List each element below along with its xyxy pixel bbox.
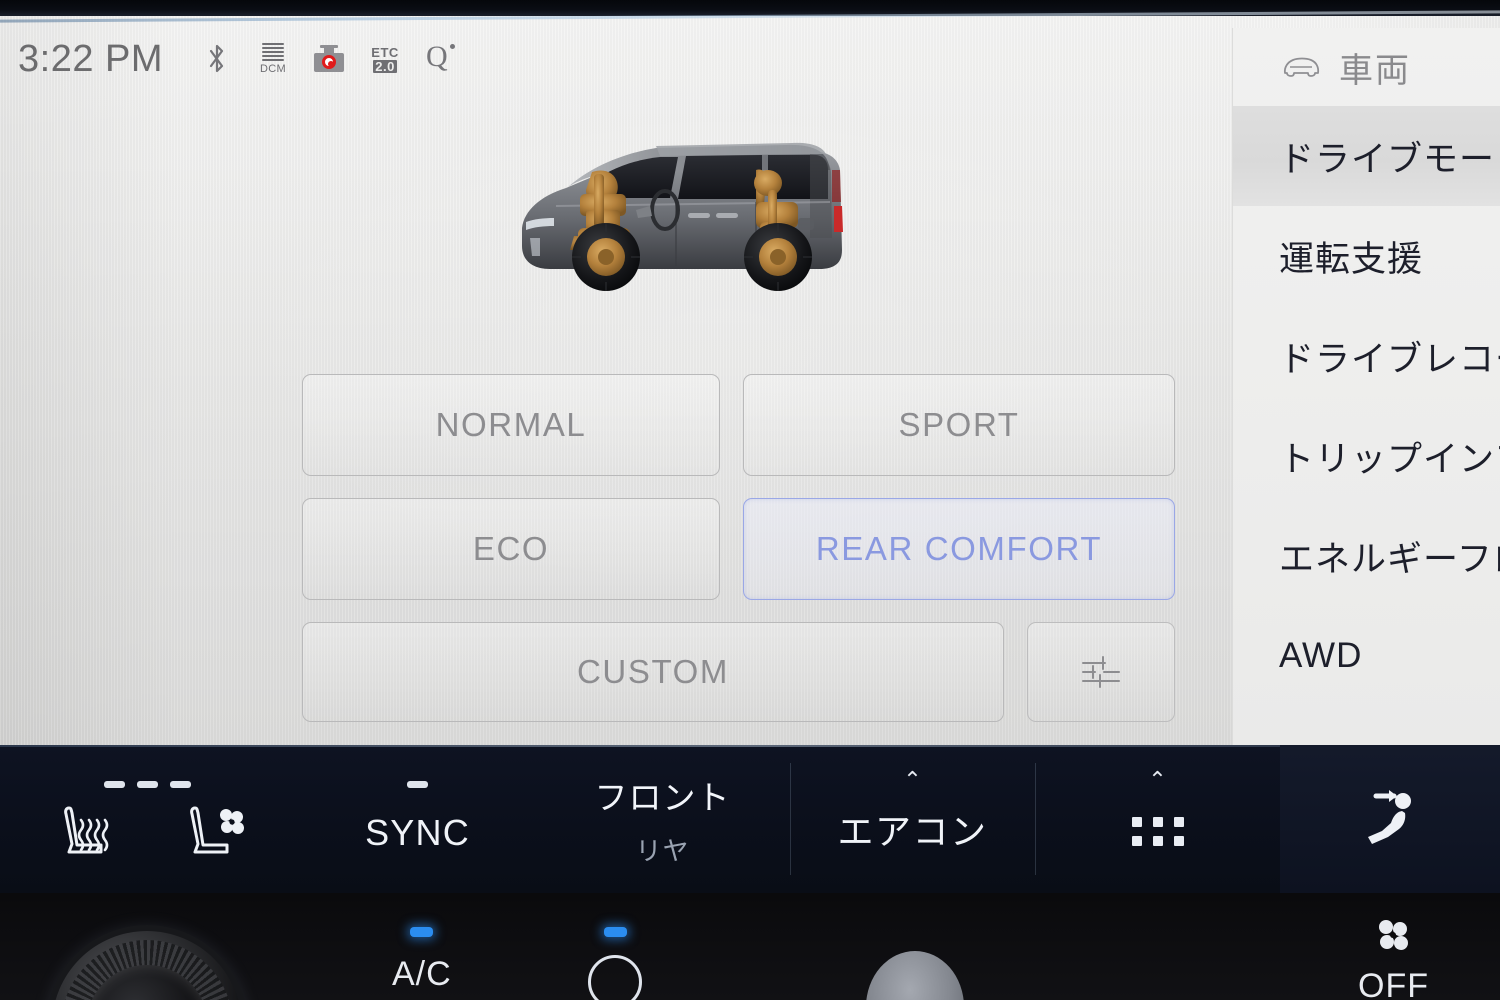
fan-off-button[interactable]: OFF [1358,915,1429,1000]
car-front-icon [1281,54,1321,80]
ac-led-indicator [410,927,434,937]
bluetooth-icon [189,36,245,82]
apps-grid-icon [1131,816,1184,846]
aircon-panel-button[interactable]: ⌃ エアコン [790,745,1035,893]
drive-mode-rear-comfort-button[interactable]: REAR COMFORT [743,498,1175,600]
qi-wireless-charging-icon: Q [413,36,469,82]
sidebar-item-label: 運転支援 [1279,239,1424,279]
sidebar-menu-list: ドライブモー 運転支援 ドライブレコー トリップインフォ エネルギーフロ AWD [1233,106,1500,706]
drive-mode-rear-comfort-label: REAR COMFORT [815,530,1103,567]
defroster-rear-label: リヤ [635,835,690,866]
sidebar-item-label: ドライブレコー [1279,339,1500,379]
etc-label-bottom: 2.0 [373,58,397,74]
sidebar-item-label: エネルギーフロ [1279,539,1500,579]
drive-mode-sport-button[interactable]: SPORT [743,374,1175,476]
seat-climate-group [0,745,300,893]
drive-mode-eco-button[interactable]: ECO [302,498,720,600]
chevron-up-icon: ⌃ [903,767,922,792]
drive-mode-normal-label: NORMAL [435,406,587,443]
recirculation-led-indicator [603,927,627,937]
sidebar-header: 車両 [1233,28,1500,106]
vehicle-settings-sidebar: 車両 ドライブモー 運転支援 ドライブレコー トリップインフォ エネルギーフロ [1232,28,1500,745]
defroster-front-label: フロント [594,778,731,816]
seat-heater-icon[interactable] [55,800,117,864]
volume-knob[interactable] [52,931,242,1000]
dcm-label: DCM [260,63,286,75]
sidebar-item-drive-mode[interactable]: ドライブモー [1233,106,1500,206]
sidebar-title: 車両 [1339,51,1411,90]
sliders-settings-icon [1078,654,1124,690]
physical-control-panel: A/C OFF [0,893,1500,1000]
sidebar-item-energy-flow[interactable]: エネルギーフロ [1233,506,1500,606]
sidebar-item-trip-info[interactable]: トリップインフォ [1233,406,1500,506]
sidebar-item-label: トリップインフォ [1279,439,1500,479]
head-unit-screen: 3:22 PM DCM ETC 2.0 Q NORMAL SPORT ECO R… [0,0,1500,1000]
drive-mode-button-grid: NORMAL SPORT ECO REAR COMFORT CUSTOM [302,374,1177,722]
recirculation-icon [588,955,642,1000]
sidebar-item-awd[interactable]: AWD [1233,606,1500,706]
sync-label: SYNC [365,812,470,853]
clock: 3:22 PM [18,37,164,80]
etc2-icon: ETC 2.0 [357,36,413,82]
fan-off-label: OFF [1358,967,1429,1000]
climate-control-bar: SYNC フロント リヤ ⌃ エアコン ⌃ [0,745,1500,893]
top-bezel [0,0,1500,16]
sync-button[interactable]: SYNC [300,745,535,893]
sidebar-item-label: AWD [1279,636,1363,675]
sync-level-indicator [407,781,428,788]
defroster-button[interactable]: フロント リヤ [535,745,790,893]
sidebar-item-label: ドライブモー [1279,139,1496,179]
drive-mode-settings-button[interactable] [1027,622,1175,722]
dashcam-icon [301,36,357,82]
vehicle-illustration [510,110,930,325]
status-bar: 3:22 PM DCM ETC 2.0 Q [0,26,1215,92]
sidebar-item-driving-assist[interactable]: 運転支援 [1233,206,1500,306]
drive-mode-custom-label: CUSTOM [577,653,729,690]
seat-position-button[interactable] [1280,745,1500,893]
ac-button-label: A/C [392,955,452,993]
apps-drawer-button[interactable]: ⌃ [1035,745,1280,893]
etc-label-top: ETC [371,44,399,60]
fan-icon [1373,915,1413,955]
chevron-up-icon: ⌃ [1148,767,1167,792]
ac-button[interactable]: A/C [392,927,452,994]
drive-mode-sport-label: SPORT [898,406,1020,443]
drive-mode-eco-label: ECO [472,530,550,567]
aircon-label: エアコン [837,811,988,852]
drive-mode-normal-button[interactable]: NORMAL [302,374,720,476]
dcm-signal-icon: DCM [245,36,301,82]
drive-mode-bottom-row: CUSTOM [302,622,1175,722]
qi-letter: Q [426,40,448,73]
sidebar-item-drive-recorder[interactable]: ドライブレコー [1233,306,1500,406]
infotainment-display: 3:22 PM DCM ETC 2.0 Q NORMAL SPORT ECO R… [0,14,1500,745]
temperature-dial[interactable] [866,951,964,1000]
recirculation-button[interactable] [588,927,642,1000]
seat-heater-level-indicator [104,781,191,788]
seat-ventilation-icon[interactable] [183,800,245,864]
seat-airflow-icon [1358,787,1422,851]
drive-mode-custom-button[interactable]: CUSTOM [302,622,1004,722]
